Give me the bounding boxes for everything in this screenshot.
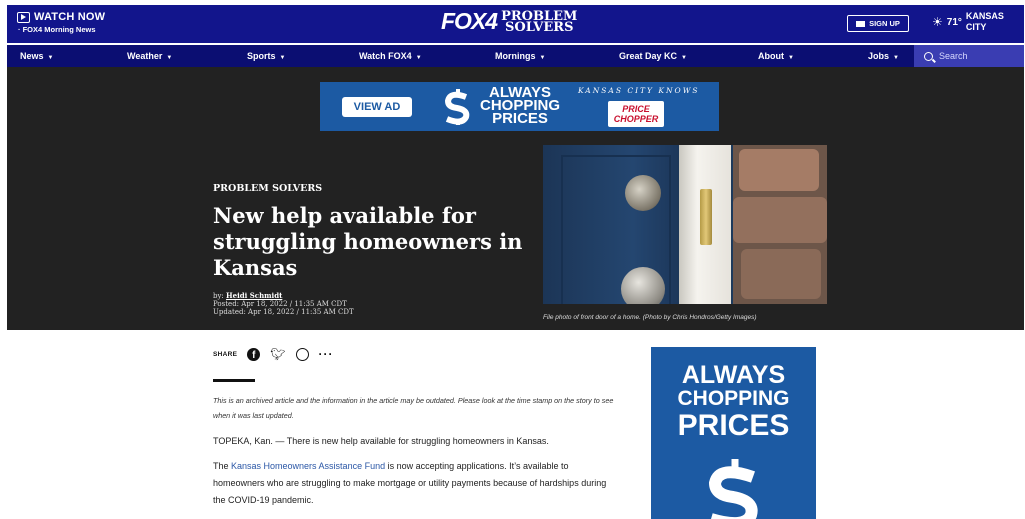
watch-now-label: WATCH NOW — [34, 11, 106, 23]
watch-now-link[interactable]: WATCH NOW · FOX4 Morning News — [17, 11, 105, 34]
dollar-sign-icon — [708, 459, 758, 519]
price-chopper-logo: PRICE CHOPPER — [608, 101, 664, 127]
main-nav: News ▼ Weather ▼ Sports ▼ Watch FOX4 ▼ Morni… — [7, 45, 1024, 67]
logo-fox4: FOX4 — [441, 8, 498, 34]
play-icon — [17, 11, 30, 23]
caret-down-icon: ▼ — [788, 55, 794, 61]
nav-item-sports[interactable]: Sports ▼ — [247, 45, 285, 67]
signup-button[interactable]: SIGN UP — [847, 15, 909, 32]
dollar-sign-icon — [444, 89, 470, 125]
share-bar: SHARE f 🐦︎ ··· — [213, 347, 334, 361]
caret-down-icon: ▼ — [279, 55, 286, 61]
search-input[interactable]: Search — [914, 45, 1024, 67]
logo-problem-solvers: PROBLEM SOLVERS — [501, 8, 578, 35]
weather-widget[interactable]: ☀ 71° KANSAS CITY — [932, 11, 1004, 33]
nav-item-news[interactable]: News ▼ — [20, 45, 53, 67]
search-icon — [924, 51, 933, 61]
banner-ad[interactable]: VIEW AD ALWAYS CHOPPING PRICES KANSAS CI… — [320, 82, 719, 131]
nav-item-watch-fox4[interactable]: Watch FOX4 ▼ — [359, 45, 422, 67]
article-photo — [543, 145, 827, 304]
caret-down-icon: ▼ — [166, 55, 173, 61]
ad-slogan: ALWAYS CHOPPING PRICES — [480, 84, 561, 127]
assistance-fund-link[interactable]: Kansas Homeowners Assistance Fund — [231, 461, 385, 471]
site-logo[interactable]: FOX4 PROBLEM SOLVERS — [441, 8, 577, 35]
article-paragraph: TOPEKA, Kan. — There is new help availab… — [213, 436, 549, 446]
temperature: 71° — [946, 16, 962, 28]
facebook-icon[interactable]: f — [247, 347, 261, 361]
posted-time: Posted: Apr 18, 2022 / 11:35 AM CDT — [213, 300, 347, 308]
caret-down-icon: ▼ — [893, 55, 899, 61]
nav-item-about[interactable]: About ▼ — [758, 45, 794, 67]
updated-time: Updated: Apr 18, 2022 / 11:35 AM CDT — [213, 308, 354, 316]
caret-down-icon: ▼ — [539, 55, 546, 61]
photo-caption: File photo of front door of a home. (Pho… — [543, 314, 757, 321]
nav-item-jobs[interactable]: Jobs ▼ — [868, 45, 899, 67]
nav-item-weather[interactable]: Weather ▼ — [127, 45, 172, 67]
caret-down-icon: ▼ — [415, 55, 422, 61]
article-paragraph: The Kansas Homeowners Assistance Fund is… — [213, 461, 607, 505]
author-link[interactable]: Heidi Schmidt — [226, 291, 282, 300]
ad-tagline: KANSAS CITY KNOWS — [578, 86, 700, 95]
article-byline: by: Heidi Schmidt Posted: Apr 18, 2022 /… — [213, 291, 354, 317]
watch-now-subtitle: · FOX4 Morning News — [18, 25, 96, 34]
article-headline: New help available for struggling homeow… — [213, 203, 523, 280]
view-ad-button[interactable]: VIEW AD — [342, 97, 412, 117]
sidebar-ad-slogan: ALWAYS CHOPPING PRICES — [677, 361, 790, 442]
mail-icon — [856, 20, 866, 27]
twitter-icon[interactable]: 🐦︎ — [270, 347, 285, 361]
article-category[interactable]: PROBLEM SOLVERS — [213, 183, 322, 194]
search-placeholder: Search — [939, 51, 968, 61]
nav-item-great-day-kc[interactable]: Great Day KC ▼ — [619, 45, 687, 67]
share-label: SHARE — [213, 350, 238, 358]
site-header: WATCH NOW · FOX4 Morning News FOX4 PROBL… — [7, 5, 1024, 43]
signup-label: SIGN UP — [869, 19, 900, 28]
article-hero: VIEW AD ALWAYS CHOPPING PRICES KANSAS CI… — [7, 67, 1024, 330]
more-options-icon[interactable]: ··· — [319, 347, 334, 361]
archived-notice: This is an archived article and the info… — [213, 396, 614, 420]
sun-icon: ☀ — [932, 15, 943, 29]
sidebar-ad[interactable]: ALWAYS CHOPPING PRICES — [651, 347, 816, 519]
nav-item-mornings[interactable]: Mornings ▼ — [495, 45, 545, 67]
divider — [213, 379, 255, 382]
whatsapp-icon[interactable] — [295, 347, 309, 361]
caret-down-icon: ▼ — [681, 55, 687, 61]
city-name: KANSAS CITY — [965, 11, 1004, 32]
caret-down-icon: ▼ — [47, 55, 54, 61]
